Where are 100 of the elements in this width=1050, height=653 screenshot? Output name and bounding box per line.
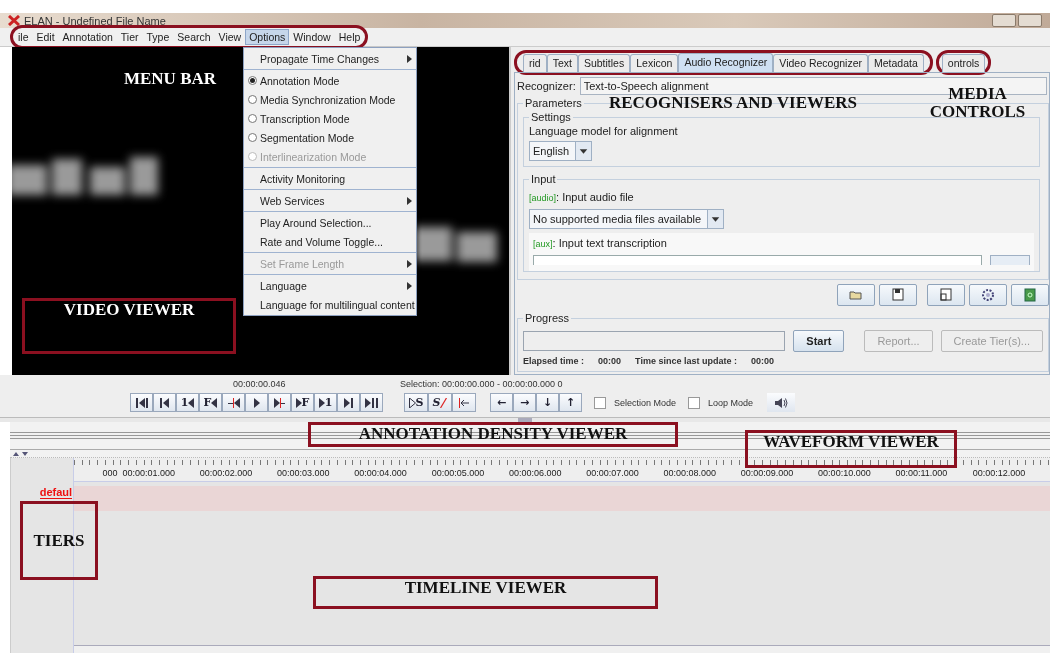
volume-button[interactable] xyxy=(767,393,796,412)
play-icon xyxy=(253,397,260,408)
checkbox[interactable] xyxy=(594,396,606,409)
transport-icon xyxy=(408,397,416,408)
window-icon xyxy=(938,287,954,303)
menu-entry[interactable]: Media Synchronization Mode xyxy=(244,90,416,109)
arrow-button[interactable]: ← xyxy=(490,393,513,412)
menu-item[interactable]: Tier xyxy=(116,29,143,45)
app-logo-icon xyxy=(8,15,20,26)
transport-button[interactable] xyxy=(268,393,291,412)
tab[interactable]: Video Recognizer xyxy=(773,54,868,72)
maximize-button[interactable] xyxy=(1018,14,1042,27)
annotation-caption: TIERS xyxy=(20,501,98,580)
arrow-button[interactable]: → xyxy=(513,393,536,412)
collapse-arrows-icon[interactable] xyxy=(13,450,29,457)
menu-item[interactable]: Type xyxy=(142,29,174,45)
toolbar-button[interactable] xyxy=(879,284,917,306)
ruler-label: 00:00:03.000 xyxy=(277,467,331,480)
toolbar-button[interactable] xyxy=(927,284,965,306)
ruler-label: 00:00:01.000 xyxy=(122,467,176,480)
transport-button[interactable]: F xyxy=(199,393,222,412)
radio-button[interactable] xyxy=(248,76,257,85)
progress-heading: Progress xyxy=(524,312,571,324)
toolbar-button[interactable] xyxy=(969,284,1007,306)
settings-icon xyxy=(980,287,996,303)
menu-entry[interactable]: Language xyxy=(244,276,416,295)
menu-item[interactable]: Edit xyxy=(32,29,59,45)
help-book-icon xyxy=(1022,287,1038,303)
tab[interactable]: Metadata xyxy=(868,54,924,72)
tab[interactable]: ontrols xyxy=(941,54,986,72)
minimize-button[interactable] xyxy=(992,14,1016,27)
menu-entry[interactable]: Rate and Volume Toggle... xyxy=(244,232,416,251)
annotation-caption: VIDEO VIEWER xyxy=(22,298,236,354)
transport-icon xyxy=(227,397,240,408)
checkbox[interactable] xyxy=(688,396,701,409)
update-value: 00:00 xyxy=(750,356,774,366)
tab[interactable]: Text xyxy=(546,54,578,72)
tab[interactable]: Audio Recognizer xyxy=(678,53,774,72)
audio-file-dropdown[interactable]: No supported media files available xyxy=(529,209,725,229)
ruler-label: 000 xyxy=(101,467,119,480)
elapsed-label: Elapsed time : xyxy=(523,356,585,366)
menu-item[interactable]: Annotation xyxy=(58,29,117,45)
radio-button[interactable] xyxy=(248,133,257,142)
menu-item[interactable]: ile xyxy=(14,29,33,45)
menu-entry[interactable]: Play Around Selection... xyxy=(244,213,416,232)
radio-button[interactable] xyxy=(248,114,257,123)
menu-item[interactable]: Search xyxy=(173,29,215,45)
transcription-field[interactable] xyxy=(533,255,982,265)
menu-entry[interactable]: Propagate Time Changes xyxy=(244,49,416,68)
transport-button[interactable]: 1 xyxy=(176,393,199,412)
menu-item[interactable]: Help xyxy=(334,29,365,45)
recognizer-label: Recognizer: xyxy=(517,80,576,92)
transport-button[interactable]: 1 xyxy=(314,393,337,412)
selection-button[interactable]: S xyxy=(404,393,428,412)
settings-heading: Settings xyxy=(530,111,572,123)
tier-name[interactable]: defaul xyxy=(39,486,73,499)
selection-button[interactable] xyxy=(452,393,476,412)
submenu-arrow-icon xyxy=(407,281,412,290)
submenu-arrow-icon xyxy=(407,259,412,268)
menu-entry[interactable]: Language for multilingual content xyxy=(244,295,416,314)
horizontal-scrollbar[interactable] xyxy=(74,645,1050,653)
tab[interactable]: Lexicon xyxy=(630,54,679,72)
ruler-label: 00:00:06.000 xyxy=(508,467,563,480)
menu-entry[interactable]: Segmentation Mode xyxy=(244,128,416,147)
language-dropdown[interactable]: English xyxy=(529,141,593,161)
menu-entry[interactable]: Transcription Mode xyxy=(244,109,416,128)
arrow-button[interactable]: ↑ xyxy=(559,393,582,412)
annotation-caption: TIMELINE VIEWER xyxy=(313,576,658,609)
input-heading: Input xyxy=(530,173,557,185)
transport-button[interactable]: F xyxy=(291,393,314,412)
transport-icon xyxy=(365,397,378,408)
play-button[interactable] xyxy=(245,393,268,412)
checkbox-label: Loop Mode xyxy=(708,397,754,408)
transport-button[interactable] xyxy=(337,393,360,412)
selection-button[interactable]: S xyxy=(428,393,452,412)
ruler-label: 00:00:10.000 xyxy=(818,467,872,480)
ruler-label: 00:00:09.000 xyxy=(740,467,795,480)
transport-icon xyxy=(295,397,302,408)
checkbox-label: Selection Mode xyxy=(614,397,677,408)
transport-button[interactable] xyxy=(360,393,383,412)
audio-input-label: [audio]: Input audio file xyxy=(529,191,634,203)
annotation-caption: RECOGNISERS AND VIEWERS xyxy=(607,94,859,112)
transport-button[interactable] xyxy=(130,393,153,412)
radio-button[interactable] xyxy=(248,95,257,104)
transport-button[interactable] xyxy=(222,393,245,412)
transport-button[interactable] xyxy=(153,393,176,412)
menu-entry[interactable]: Web Services xyxy=(244,191,416,210)
menu-entry[interactable]: Annotation Mode xyxy=(244,71,416,90)
transport-icon xyxy=(274,397,285,408)
menu-item[interactable]: View xyxy=(214,29,246,45)
start-button[interactable]: Start xyxy=(793,330,845,352)
tab[interactable]: Subtitles xyxy=(577,54,631,72)
update-label: Time since last update : xyxy=(635,356,737,366)
menu-item[interactable]: Window xyxy=(289,29,335,45)
transport-icon xyxy=(188,397,195,408)
menu-item[interactable]: Options xyxy=(245,29,290,45)
transport-icon xyxy=(160,397,169,408)
tab[interactable]: rid xyxy=(523,54,547,72)
menu-entry[interactable]: Activity Monitoring xyxy=(244,169,416,188)
arrow-button[interactable]: ↓ xyxy=(536,393,559,412)
